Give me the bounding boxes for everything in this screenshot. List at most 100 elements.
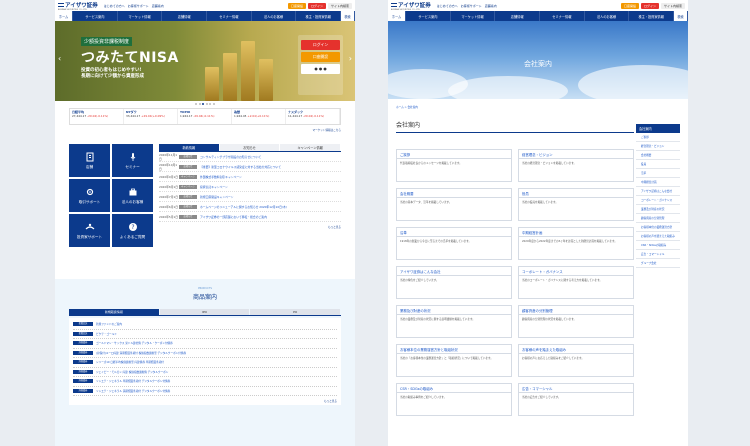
product-title[interactable]: ゴールドマン・サックス 米ドル建社債 デジタル・クーポン付債券 [96,341,337,345]
site-search-input[interactable]: サイト内検索 [327,2,352,9]
nav-corporate[interactable]: 法人のお客様 [585,11,630,21]
top-link-beginner[interactable]: はじめての方へ [437,4,458,8]
product-row[interactable]: 外国債券 ジェイピー・モルガン 円建 株価指数連動債 デジタルクーポン [73,368,337,377]
company-card[interactable]: ご挨拶 代表取締役社長からのメッセージを掲載しています。 [396,149,512,182]
news-row[interactable]: 2020年11月1日 お知らせ コンサルティングプラザ開設のお知らせについて [159,152,341,162]
product-row[interactable]: 外国債券 ソシエテ・ジェネラル 早期償還条項付 デジタルクーポン付債券 [73,377,337,387]
news-row[interactable]: 2020年9月1日 キャンペーン 外国株式手数料割引キャンペーン [159,172,341,182]
news-title[interactable]: コンサルティングプラザ開設のお知らせについて [200,155,341,159]
carousel-dot[interactable] [195,102,198,105]
company-card[interactable]: お客様本位の業務運営方針と取組状況 当社の「お客様本位の業務運営方針」と「取組状況… [396,344,512,377]
product-row[interactable]: 外国債券 (担保付)ユーロ円建 満期償還条項付 株価指数連動型 デジタルクーポン付… [73,349,337,358]
tile-seminar[interactable]: セミナー [112,144,153,177]
market-item[interactable]: 日経平均 27,444.17 -29.04(-0.11%) [70,109,124,124]
carousel-dot[interactable] [205,102,208,105]
side-nav-title[interactable]: 会社案内 [636,124,680,133]
company-card[interactable]: 広告・コマーシャル 当社の広告をご紹介しています。 [518,383,634,416]
company-card[interactable]: 経営理念・ビジョン 当社の経営理念・ビジョンを掲載しています。 [518,149,634,182]
company-card[interactable]: 役員 当社の役員を掲載しています。 [518,188,634,221]
market-item[interactable]: ナスダック 11,444.17 -29.04(-0.11%) [286,109,340,124]
side-nav-item[interactable]: 経営理念・ビジョン [636,142,680,151]
carousel-dot[interactable] [212,102,215,105]
market-item[interactable]: NYダウ 33,444.17 +29.04(+0.09%) [124,109,178,124]
news-title[interactable]: 投資信託キャンペーン [200,185,341,189]
product-row[interactable]: 外国債券 ソシエテ・ジェネラル 満期償還条項付 デジタルクーポン付債券 [73,387,337,396]
product-title[interactable]: ジェイピー・モルガン 円建 株価指数連動債 デジタルクーポン [96,370,337,374]
nav-market[interactable]: マーケット情報 [451,11,496,21]
news-title[interactable]: 【重要】新型コロナウイルス感染症に対する当社の対応について [200,165,341,169]
card-title[interactable]: 業務及び財産の状況 [397,306,511,315]
account-open-button[interactable]: 口座開設 [620,2,639,9]
card-title[interactable]: 沿革 [397,228,511,237]
top-link-beginner[interactable]: はじめての方へ [104,4,125,8]
product-title[interactable]: シリーズ10 日経平均株価連動型 円建債券 早期償還条項付 [96,360,337,364]
company-card[interactable]: コーポレート・ガバナンス 当社のコーポレート・ガバナンスに関する考え方を掲載してい… [518,266,634,299]
hero-account-button[interactable]: 口座開設 [301,52,340,62]
tile-trading-support[interactable]: 取引サポート [69,179,110,212]
nav-investors[interactable]: 株主・投資家情報 [629,11,675,21]
market-item[interactable]: 為替 1,944.45 +2.04(+0.11%) [232,109,286,124]
side-nav-item[interactable]: コーポレート・ガバナンス [636,196,680,205]
nav-branches[interactable]: 店舗情報 [162,11,208,21]
site-search-input[interactable]: サイト内検索 [660,2,685,9]
carousel-dot-active[interactable] [202,102,205,105]
tile-corporate[interactable]: 法人のお客様 [112,179,153,212]
side-nav-item[interactable]: アイザワ証券はこんな会社 [636,187,680,196]
nav-services[interactable]: サービス案内 [73,11,118,21]
nav-home[interactable]: ホーム [388,11,406,21]
nav-investors[interactable]: 株主・投資家情報 [296,11,342,21]
site-logo[interactable]: アイザワ証券 AIZAWA SECURITIES CO.,LTD. [391,1,431,11]
nav-seminars[interactable]: セミナー情報 [540,11,585,21]
top-link-support[interactable]: お客様サポート [461,4,482,8]
breadcrumb[interactable]: ホーム > 会社案内 [396,105,418,109]
news-row[interactable]: 2020年10月1日 お知らせ 【重要】新型コロナウイルス感染症に対する当社の対応に… [159,162,341,172]
tab-new-products[interactable]: 新規取扱情報 [69,309,159,315]
tab-new[interactable]: 新着情報 [159,144,219,151]
card-title[interactable]: 広告・コマーシャル [519,384,633,393]
side-nav-item[interactable]: CSR・SDGsの取組み [636,241,680,250]
card-title[interactable]: 役員 [519,189,633,198]
side-nav-item[interactable]: グループ会社 [636,259,680,268]
card-title[interactable]: コーポレート・ガバナンス [519,267,633,276]
carousel-dot[interactable] [198,102,201,105]
product-row[interactable]: 外国債券 ゴールドマン・サックス 米ドル建社債 デジタル・クーポン付債券 [73,339,337,349]
news-title[interactable]: ホームページのリニューアルに関するお知らせ 2020年12月10日(木) [200,205,341,209]
company-card[interactable]: 中期経営計画 2020年度から2022年度までの3ヶ年を計画とした新経営計画を掲載… [518,227,634,260]
nav-search[interactable]: 検索 [674,11,688,21]
product-title[interactable]: ソシエテ・ジェネラル 満期償還条項付 デジタルクーポン付債券 [96,389,337,393]
card-title[interactable]: 顧客資産の分別管理 [519,306,633,315]
card-title[interactable]: 経営理念・ビジョン [519,150,633,159]
company-card[interactable]: 会社概要 当社の基本データ、沿革を掲載しています。 [396,188,512,221]
side-nav-item[interactable]: 顧客資産の分別管理 [636,214,680,223]
product-title[interactable]: (担保付)ユーロ円建 満期償還条項付 株価指数連動型 デジタルクーポン付債券 [96,351,337,355]
news-row[interactable]: 2020年5月1日 お知らせ アイザワ証券の一部店舗において移転・統合のご案内 [159,212,341,222]
product-row[interactable]: 投資信託 新規ファンドのご案内 [73,320,337,330]
nav-search[interactable]: 検索 [341,11,355,21]
login-button[interactable]: ログイン [640,2,659,9]
tab-po[interactable]: PO [250,309,341,315]
news-row[interactable]: 2020年6月1日 お知らせ ホームページのリニューアルに関するお知らせ 2020年… [159,202,341,212]
market-item[interactable]: TOPIX 1,944.17 -29.04(-0.11%) [178,109,232,124]
nav-home[interactable]: ホーム [55,11,73,21]
product-row[interactable]: 外国債券 シリーズ10 日経平均株価連動型 円建債券 早期償還条項付 [73,358,337,368]
company-card[interactable]: アイザワ証券はこんな会社 当社の特色をご紹介しています。 [396,266,512,299]
card-title[interactable]: お客様本位の業務運営方針と取組状況 [397,345,511,354]
products-more-link[interactable]: もっと見る [73,399,337,403]
tile-investor-support[interactable]: 投資家サポート [69,214,110,247]
carousel-prev-icon[interactable]: ‹ [58,54,61,63]
side-nav-item[interactable]: 会社概要 [636,151,680,160]
top-link-support[interactable]: お客様サポート [128,4,149,8]
side-nav-item[interactable]: 役員 [636,160,680,169]
login-button[interactable]: ログイン [307,2,326,9]
site-logo[interactable]: アイザワ証券 AIZAWA SECURITIES CO.,LTD. [58,1,98,11]
nav-corporate[interactable]: 法人のお客様 [252,11,297,21]
side-nav-item[interactable]: お客様の声を踏まえた取組み [636,232,680,241]
news-title[interactable]: 外国株式手数料割引キャンペーン [200,175,341,179]
tile-branches[interactable]: 店舗 [69,144,110,177]
tile-faq[interactable]: ? よくあるご質問 [112,214,153,247]
news-title[interactable]: 新規口座開設キャンペーン [200,195,341,199]
tab-notices[interactable]: お知らせ [219,144,280,151]
side-nav-item[interactable]: お客様本位の業務運営方針 [636,223,680,232]
side-nav-item[interactable]: 中期経営計画 [636,178,680,187]
card-title[interactable]: お客様の声を踏まえた取組み [519,345,633,354]
